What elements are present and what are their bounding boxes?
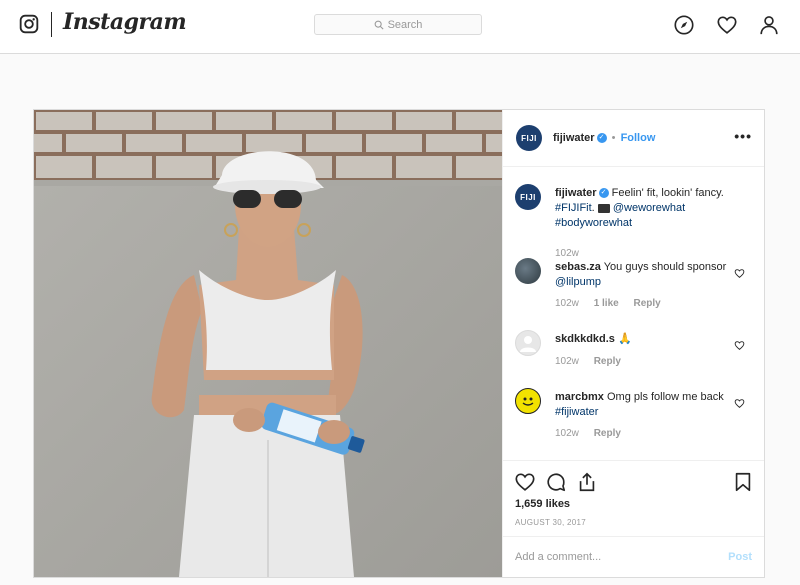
add-comment-input[interactable]: Add a comment...	[515, 551, 601, 563]
caption-avatar[interactable]: FIJI	[515, 184, 541, 210]
author-avatar[interactable]: FIJI	[516, 125, 542, 151]
comment-body: You guys should sponsor	[603, 261, 727, 273]
follow-button[interactable]: Follow	[621, 132, 656, 144]
post-photo[interactable]	[34, 110, 502, 577]
post-sidebar: FIJI fijiwater ✓ • Follow ••• FIJI fijiwa…	[502, 110, 764, 577]
comment-username[interactable]: sebas.za	[555, 261, 601, 273]
hashtag-link[interactable]: #fijiwater	[555, 406, 598, 418]
post-photo-illustration	[34, 110, 502, 577]
instagram-wordmark[interactable]: Instagram	[63, 9, 187, 35]
comment-username[interactable]: skdkkdkd.s	[555, 333, 615, 345]
comment-item: marcbmx Omg pls follow me back #fijiwate…	[515, 388, 755, 448]
post-date: AUGUST 30, 2017	[515, 518, 587, 527]
compass-icon[interactable]	[673, 14, 695, 36]
comment-item: skdkkdkd.s 🙏 102w Reply	[515, 330, 755, 380]
comment-text: marcbmx Omg pls follow me back #fijiwate…	[555, 390, 735, 420]
mention-link[interactable]: @weworewhat	[613, 202, 685, 214]
post-comment-button[interactable]: Post	[728, 551, 752, 563]
caption-username[interactable]: fijiwater	[555, 187, 597, 199]
share-icon[interactable]	[576, 471, 598, 493]
comment-likes-count[interactable]: 1 like	[594, 298, 619, 309]
logo-divider	[51, 12, 52, 37]
default-avatar-icon	[520, 336, 536, 352]
reply-button[interactable]: Reply	[594, 356, 621, 367]
separator-dot: •	[611, 132, 616, 144]
author-username[interactable]: fijiwater	[553, 132, 595, 144]
heart-icon[interactable]	[716, 14, 738, 36]
top-navigation-bar: Instagram Search	[0, 0, 800, 54]
verified-badge-icon: ✓	[596, 133, 607, 144]
praying-hands-emoji: 🙏	[617, 333, 632, 345]
profile-icon[interactable]	[758, 14, 780, 36]
caption-text: fijiwater ✓ Feelin' fit, lookin' fancy. #…	[555, 187, 724, 229]
verified-badge-icon: ✓	[598, 188, 609, 199]
comment-meta: 102w Reply	[555, 428, 633, 439]
comment-time: 102w	[555, 356, 579, 367]
comment-text: skdkkdkd.s 🙏	[555, 332, 735, 347]
mention-link[interactable]: @lilpump	[555, 276, 601, 288]
more-options-icon[interactable]: •••	[734, 128, 752, 144]
comment-username[interactable]: marcbmx	[555, 391, 604, 403]
like-comment-heart-icon[interactable]	[734, 268, 745, 279]
like-comment-heart-icon[interactable]	[734, 398, 745, 409]
commenter-avatar[interactable]	[515, 388, 541, 414]
comment-item: sebas.za You guys should sponsor @lilpum…	[515, 258, 755, 318]
clapperboard-emoji-icon	[597, 203, 610, 213]
commenter-avatar[interactable]	[515, 330, 541, 356]
search-input[interactable]: Search	[314, 14, 482, 35]
reply-button[interactable]: Reply	[634, 298, 661, 309]
hashtag-link[interactable]: #bodyworewhat	[555, 217, 632, 229]
search-placeholder: Search	[387, 18, 423, 31]
smiley-avatar-icon	[522, 397, 534, 406]
hashtag-link[interactable]: #FIJIFit	[555, 202, 592, 214]
reply-button[interactable]: Reply	[594, 428, 621, 439]
caption-entry: FIJI fijiwater ✓ Feelin' fit, lookin' fan…	[515, 184, 755, 264]
instagram-logo-icon[interactable]	[19, 14, 39, 34]
search-icon	[374, 20, 384, 30]
add-comment-bar: Add a comment... Post	[503, 536, 764, 577]
like-comment-heart-icon[interactable]	[734, 340, 745, 351]
comments-list[interactable]: FIJI fijiwater ✓ Feelin' fit, lookin' fan…	[503, 167, 764, 459]
comment-bubble-icon[interactable]	[545, 471, 567, 493]
likes-count[interactable]: 1,659 likes	[515, 498, 570, 510]
comment-time: 102w	[555, 298, 579, 309]
like-heart-icon[interactable]	[514, 471, 536, 493]
post-card: FIJI fijiwater ✓ • Follow ••• FIJI fijiwa…	[33, 109, 765, 578]
comment-body: Omg pls follow me back	[606, 391, 724, 403]
comment-meta: 102w 1 like Reply	[555, 298, 673, 309]
commenter-avatar[interactable]	[515, 258, 541, 284]
author-line: fijiwater ✓ • Follow	[553, 132, 655, 144]
caption-body: Feelin' fit, lookin' fancy.	[611, 187, 724, 199]
comment-meta: 102w Reply	[555, 356, 633, 367]
comment-text: sebas.za You guys should sponsor @lilpum…	[555, 260, 735, 290]
post-header: FIJI fijiwater ✓ • Follow •••	[503, 110, 764, 167]
post-actions: 1,659 likes AUGUST 30, 2017 Add a commen…	[503, 460, 764, 578]
bookmark-icon[interactable]	[732, 471, 754, 493]
comment-time: 102w	[555, 428, 579, 439]
